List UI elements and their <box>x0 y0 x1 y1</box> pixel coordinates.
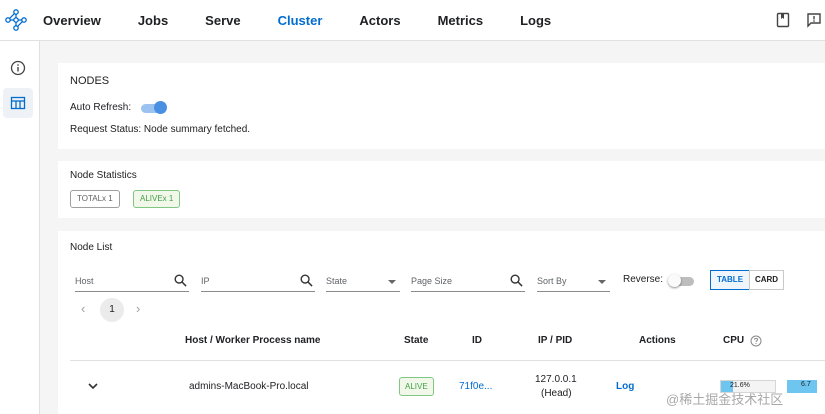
nav-logs[interactable]: Logs <box>520 13 551 28</box>
request-status: Request Status: Node summary fetched. <box>70 124 251 135</box>
node-list-card <box>58 231 825 414</box>
sidebar-item-table[interactable] <box>3 88 33 118</box>
table-icon <box>10 96 26 110</box>
col-header-host[interactable]: Host / Worker Process name <box>185 335 320 346</box>
row-log-link[interactable]: Log <box>616 381 634 392</box>
row-ip: 127.0.0.1 <box>535 374 577 385</box>
nodes-title: NODES <box>70 75 110 87</box>
nav-cluster[interactable]: Cluster <box>278 13 323 28</box>
info-icon <box>10 60 26 76</box>
search-icon[interactable] <box>510 274 523 287</box>
reverse-toggle[interactable] <box>668 273 698 289</box>
header-divider <box>70 360 825 361</box>
help-icon[interactable] <box>750 335 762 347</box>
search-icon[interactable] <box>300 274 313 287</box>
nav-metrics[interactable]: Metrics <box>438 13 484 28</box>
nodes-card <box>58 63 825 149</box>
top-bar: Overview Jobs Serve Cluster Actors Metri… <box>0 0 825 41</box>
search-icon[interactable] <box>174 274 187 287</box>
col-header-cpu[interactable]: CPU <box>723 335 744 346</box>
auto-refresh-label: Auto Refresh: <box>70 102 132 113</box>
nav-serve[interactable]: Serve <box>205 13 240 28</box>
nav-actors[interactable]: Actors <box>359 13 400 28</box>
state-select[interactable]: State <box>326 270 400 292</box>
node-statistics-title: Node Statistics <box>70 170 137 181</box>
row-pid: (Head) <box>541 388 572 399</box>
feedback-icon[interactable] <box>806 12 822 28</box>
reverse-label: Reverse: <box>623 274 664 285</box>
nav-jobs[interactable]: Jobs <box>138 13 168 28</box>
row-state-badge: ALIVE <box>399 377 434 396</box>
sort-by-select[interactable]: Sort By <box>537 270 610 292</box>
cpu-usage-text: 21.6% <box>730 382 750 389</box>
page-size-input[interactable]: Page Size <box>411 270 525 292</box>
col-header-state[interactable]: State <box>404 335 428 346</box>
main-nav: Overview Jobs Serve Cluster Actors Metri… <box>43 0 588 41</box>
host-filter-input[interactable]: Host <box>75 270 189 292</box>
ray-logo-icon[interactable] <box>4 8 28 32</box>
col-header-id[interactable]: ID <box>472 335 482 346</box>
chevron-down-icon[interactable] <box>87 382 99 390</box>
table-view-button[interactable]: TABLE <box>710 270 750 290</box>
next-page-button[interactable]: › <box>136 301 140 316</box>
nav-overview[interactable]: Overview <box>43 13 101 28</box>
col-header-ip-pid[interactable]: IP / PID <box>538 335 572 346</box>
ip-filter-input[interactable]: IP <box>201 270 315 292</box>
sidebar-item-info[interactable] <box>3 53 33 83</box>
memory-usage-bar: 6.7 <box>787 380 817 393</box>
col-header-actions[interactable]: Actions <box>639 335 676 346</box>
auto-refresh-toggle[interactable] <box>140 100 170 116</box>
chevron-down-icon <box>388 280 396 284</box>
row-host: admins-MacBook-Pro.local <box>189 381 309 392</box>
row-id-link[interactable]: 71f0e... <box>459 381 492 392</box>
watermark: @稀土掘金技术社区 <box>666 392 784 407</box>
docs-book-icon[interactable] <box>775 12 791 28</box>
node-list-title: Node List <box>70 242 113 253</box>
alive-nodes-chip[interactable]: ALIVEx 1 <box>133 190 181 208</box>
total-nodes-chip[interactable]: TOTALx 1 <box>70 190 120 208</box>
page-1-button[interactable]: 1 <box>100 298 124 322</box>
prev-page-button[interactable]: ‹ <box>81 301 85 316</box>
card-view-button[interactable]: CARD <box>749 270 784 290</box>
memory-usage-text: 6.7 <box>801 381 811 388</box>
chevron-down-icon <box>598 280 606 284</box>
sidebar <box>0 41 40 414</box>
